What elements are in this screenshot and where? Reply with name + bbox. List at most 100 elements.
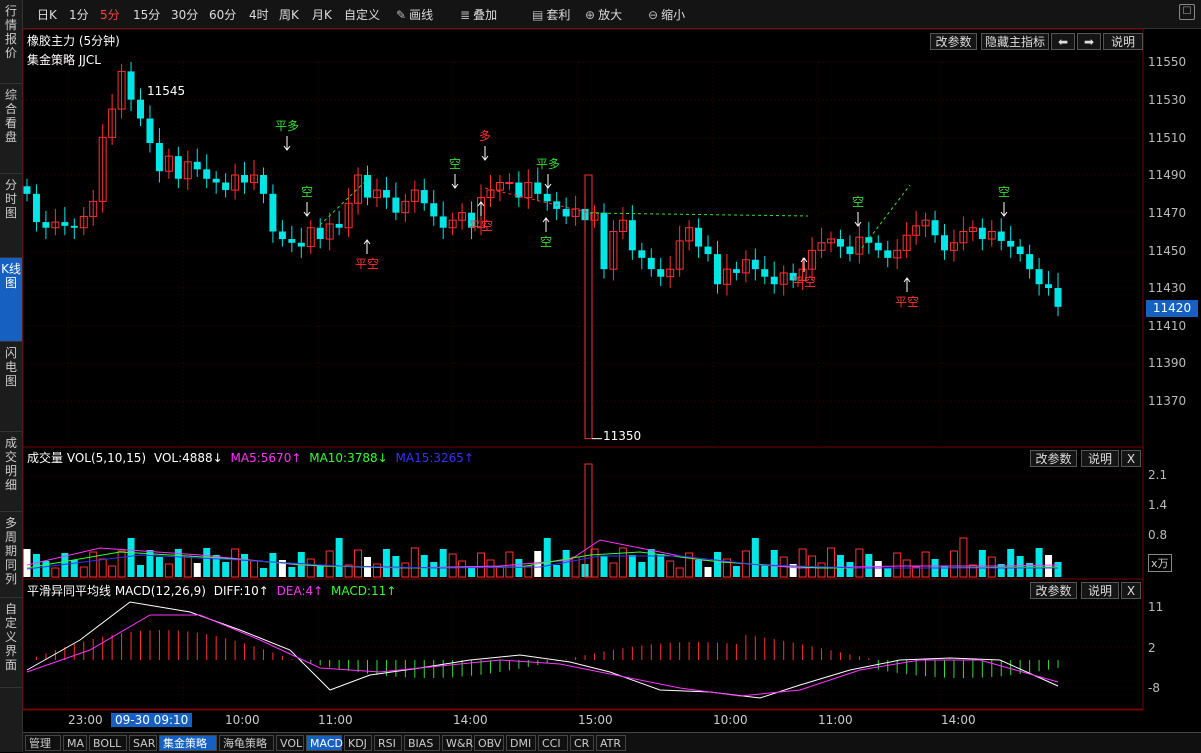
volume-help-button[interactable]: 说明 — [1081, 450, 1119, 467]
tab-4[interactable]: 集金策略 — [159, 735, 217, 751]
tab-10[interactable]: BIAS — [404, 735, 440, 751]
volume-bar — [137, 565, 145, 577]
tab-14[interactable]: CCI — [538, 735, 568, 751]
vol-ma10: MA10:3788↓ — [309, 451, 388, 465]
macd-help-button[interactable]: 说明 — [1081, 582, 1119, 599]
candle-body-down — [155, 142, 163, 172]
tab-6[interactable]: VOL — [276, 735, 304, 751]
volume-params-button[interactable]: 改参数 — [1030, 450, 1077, 467]
candle-body-down — [997, 231, 1005, 241]
main-params-button[interactable]: 改参数 — [930, 33, 977, 50]
x-tick: 10:00 — [713, 713, 748, 727]
macd-diff: DIFF:10↑ — [213, 584, 269, 598]
tab-12[interactable]: OBV — [474, 735, 504, 751]
candle-body-down — [713, 254, 721, 285]
candle-body-down — [316, 227, 324, 240]
volume-bar — [968, 564, 977, 578]
macd-close-button[interactable]: X — [1121, 582, 1141, 599]
tab-3[interactable]: SAR — [129, 735, 157, 751]
volume-bar — [524, 565, 533, 578]
hide-indicator-button[interactable]: 隐藏主指标 — [981, 33, 1049, 50]
x-tick-highlight: 09-30 09:10 — [111, 713, 193, 727]
volume-unit[interactable]: x万 — [1148, 554, 1172, 572]
macd-y-tick: -8 — [1148, 681, 1160, 695]
tab-7[interactable]: MACD — [306, 735, 343, 751]
volume-close-button[interactable]: X — [1121, 450, 1141, 467]
y-tick: 11470 — [1148, 206, 1187, 220]
volume-bar — [458, 560, 467, 578]
candle-body-down — [931, 220, 939, 236]
macd-params-button[interactable]: 改参数 — [1030, 582, 1077, 599]
volume-bar — [543, 538, 551, 577]
main-panel-frame — [22, 28, 1144, 448]
volume-bar — [732, 566, 740, 577]
macd-y-tick: 11 — [1148, 600, 1164, 614]
macd-dea: DEA:4↑ — [276, 584, 324, 598]
volume-bar — [884, 568, 892, 577]
candle-body-down — [439, 216, 447, 228]
volume-bar — [553, 565, 561, 577]
candle-body-down — [846, 246, 854, 255]
tab-13[interactable]: DMI — [506, 735, 536, 751]
candle-body-down — [647, 257, 655, 270]
tab-15[interactable]: CR — [570, 735, 594, 751]
candle-body-down — [1007, 240, 1015, 247]
tab-11[interactable]: W&R — [442, 735, 473, 751]
candle-body-down — [1045, 284, 1053, 288]
signal-label: 平多 — [536, 157, 560, 171]
candle-body-down — [836, 239, 844, 247]
volume-bar — [468, 568, 476, 577]
volume-bar — [325, 550, 334, 578]
tab-1[interactable]: MA — [63, 735, 87, 751]
candle-body-down — [382, 190, 390, 198]
volume-bar — [335, 538, 343, 577]
y-tick: 11390 — [1148, 356, 1187, 370]
scroll-left-button[interactable]: ⬅ — [1051, 33, 1075, 50]
volume-bar — [222, 562, 230, 577]
y-tick: 11450 — [1148, 244, 1187, 258]
volume-bar — [316, 566, 324, 577]
y-tick: 11510 — [1148, 131, 1187, 145]
x-tick: 23:00 — [68, 713, 103, 727]
high-price-label: 11545 — [147, 84, 186, 98]
volume-bar — [949, 550, 958, 578]
volume-bar — [600, 556, 608, 577]
tab-16[interactable]: ATR — [596, 735, 626, 751]
candle-body-down — [335, 223, 343, 228]
vol-y-tick: 0.8 — [1148, 528, 1168, 542]
tab-8[interactable]: KDJ — [344, 735, 372, 751]
volume-bar — [495, 566, 504, 578]
signal-label: 平空 — [792, 275, 816, 289]
y-tick: 11550 — [1148, 55, 1187, 69]
volume-bar — [477, 552, 486, 578]
macd-title: 平滑异同平均线 MACD(12,26,9) — [27, 584, 206, 598]
x-tick: 15:00 — [578, 713, 613, 727]
volume-bar — [817, 562, 826, 578]
vol-ma5: MA5:5670↑ — [230, 451, 302, 465]
chart-title: 橡胶主力 (5分钟) — [27, 34, 120, 48]
volume-bar — [269, 553, 277, 577]
candle-body-down — [23, 186, 31, 194]
low-price-label: 11350 — [603, 429, 642, 443]
tab-0[interactable]: 管理 — [25, 735, 61, 751]
candle-body-down — [751, 259, 759, 270]
y-tick: 11430 — [1148, 281, 1187, 295]
candle-body-down — [695, 227, 703, 247]
main-help-button[interactable]: 说明 — [1103, 33, 1143, 50]
candle-body-down — [732, 269, 740, 273]
volume-bar — [155, 557, 163, 577]
kline-chart[interactable]: 平多空平空空多平空平多空平空空平空空 — [0, 0, 1201, 752]
volume-bar — [695, 560, 703, 577]
volume-bar — [921, 551, 930, 578]
volume-bar — [164, 563, 173, 578]
chart-grid — [22, 28, 1144, 711]
tab-2[interactable]: BOLL — [89, 735, 127, 751]
volume-bar — [448, 553, 457, 578]
x-tick: 14:00 — [941, 713, 976, 727]
tab-5[interactable]: 海龟策略 — [219, 735, 274, 751]
scroll-right-button[interactable]: ➡ — [1077, 33, 1101, 50]
signal-label: 空 — [449, 157, 461, 171]
volume-bar — [193, 563, 201, 577]
candle-body-down — [543, 193, 551, 202]
tab-9[interactable]: RSI — [374, 735, 402, 751]
